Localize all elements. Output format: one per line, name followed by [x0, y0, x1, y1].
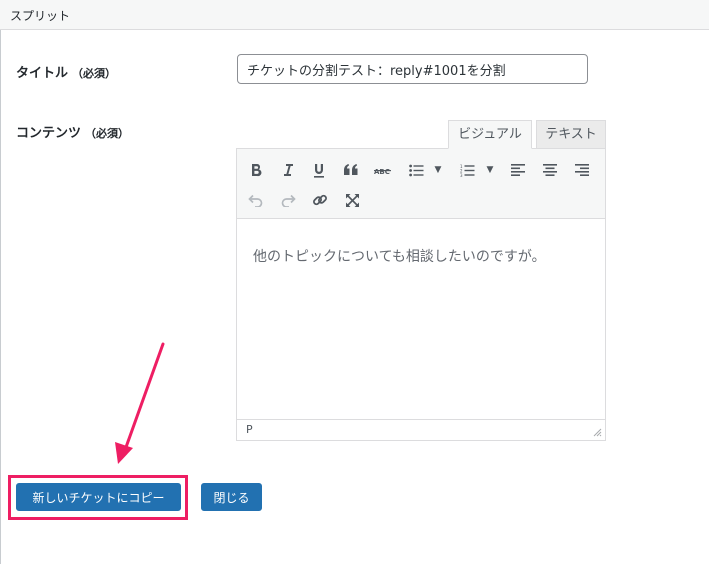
numbered-list-dropdown-icon[interactable]: ▼ — [485, 157, 495, 183]
blockquote-icon[interactable] — [338, 157, 364, 183]
copy-to-new-ticket-button[interactable]: 新しいチケットにコピー — [16, 483, 181, 511]
panel-title: スプリット — [10, 9, 71, 23]
panel-header: スプリット — [0, 0, 709, 30]
bullet-list-icon[interactable] — [403, 157, 429, 183]
undo-icon[interactable] — [243, 187, 269, 213]
pointer-arrow-icon — [115, 342, 165, 464]
numbered-list-icon[interactable]: 123 — [454, 157, 480, 183]
fullscreen-icon[interactable] — [339, 187, 365, 213]
editor-content[interactable]: 他のトピックについても相談したいのですが。 — [237, 219, 605, 419]
align-center-icon[interactable] — [537, 157, 563, 183]
content-required-mark: （必須） — [85, 127, 130, 140]
svg-text:3: 3 — [460, 173, 463, 177]
content-label-text: コンテンツ — [16, 126, 82, 141]
title-required-mark: （必須） — [72, 67, 117, 80]
align-right-icon[interactable] — [569, 157, 595, 183]
editor-toolbar: ABC ▼ 123 ▼ — [237, 149, 605, 219]
tab-visual[interactable]: ビジュアル — [448, 120, 532, 149]
align-left-icon[interactable] — [505, 157, 531, 183]
strikethrough-icon[interactable]: ABC — [370, 157, 396, 183]
svg-text:ABC: ABC — [374, 168, 390, 176]
element-path[interactable]: P — [246, 423, 253, 436]
editor-statusbar: P — [237, 419, 605, 440]
link-icon[interactable] — [307, 187, 333, 213]
resize-handle-icon[interactable] — [593, 428, 602, 437]
left-border — [0, 0, 1, 564]
redo-icon[interactable] — [275, 187, 301, 213]
content-label: コンテンツ （必須） — [16, 122, 129, 141]
title-input[interactable] — [237, 54, 588, 84]
tab-text[interactable]: テキスト — [536, 120, 606, 149]
rich-text-editor: ABC ▼ 123 ▼ 他のトピックについても相談したいのですが。 P — [236, 148, 606, 441]
title-label: タイトル （必須） — [16, 62, 116, 81]
bullet-list-dropdown-icon[interactable]: ▼ — [433, 157, 443, 183]
bold-icon[interactable] — [243, 157, 269, 183]
underline-icon[interactable] — [306, 157, 332, 183]
italic-icon[interactable] — [275, 157, 301, 183]
close-button[interactable]: 閉じる — [201, 483, 262, 511]
title-label-text: タイトル — [16, 66, 69, 81]
